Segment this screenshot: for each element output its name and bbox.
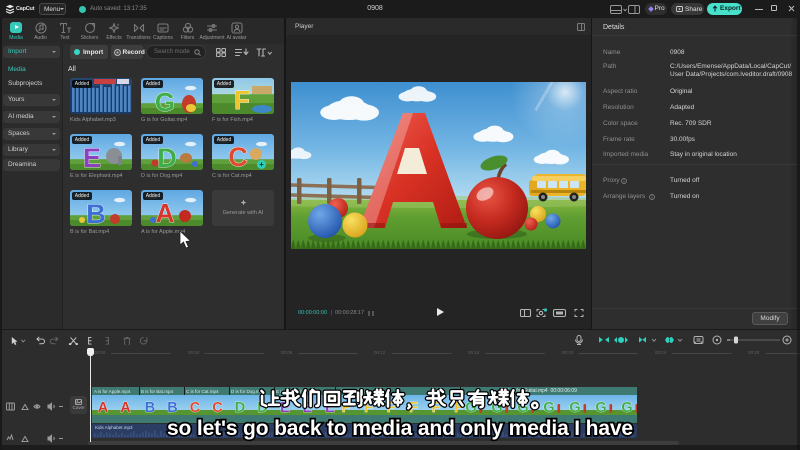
svg-text:E: E [83, 143, 101, 170]
svg-text:G: G [155, 87, 175, 114]
svg-text:C: C [228, 142, 248, 170]
svg-text:A: A [156, 198, 175, 226]
svg-text:D: D [157, 143, 177, 170]
svg-text:B: B [86, 199, 106, 226]
svg-text:F: F [234, 85, 250, 114]
